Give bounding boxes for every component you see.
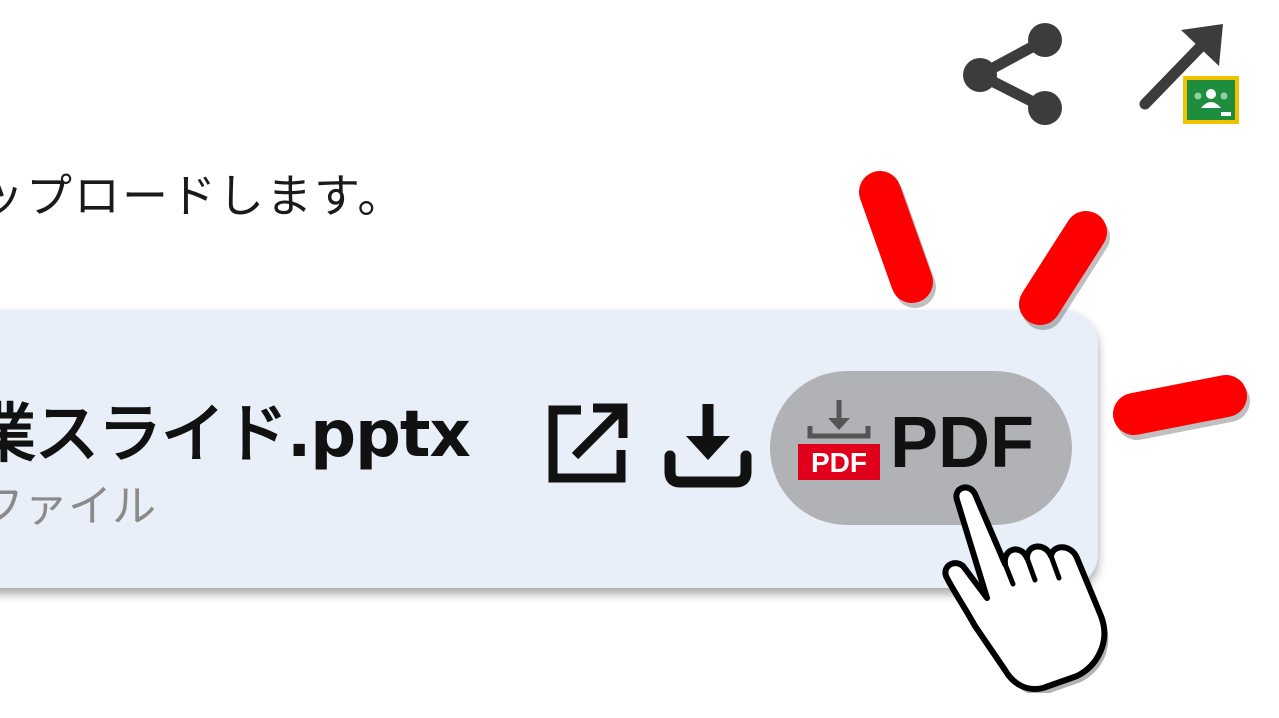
file-type-label: ファイル (0, 481, 156, 532)
pdf-badge-text: PDF (811, 447, 867, 478)
share-icon[interactable] (955, 18, 1067, 130)
instruction-text: ップロードします。 (0, 169, 406, 223)
emphasis-mark-left (859, 171, 933, 303)
emphasis-mark-right (1113, 375, 1247, 435)
pdf-download-icon: PDF (798, 400, 880, 480)
file-name[interactable]: 業スライド.pptx (0, 383, 471, 475)
share-to-classroom-icon[interactable] (1135, 22, 1245, 130)
download-icon[interactable] (660, 396, 756, 492)
open-in-new-icon[interactable] (545, 400, 631, 486)
pdf-button-label: PDF (890, 403, 1034, 483)
emphasis-mark-middle (1019, 211, 1107, 325)
